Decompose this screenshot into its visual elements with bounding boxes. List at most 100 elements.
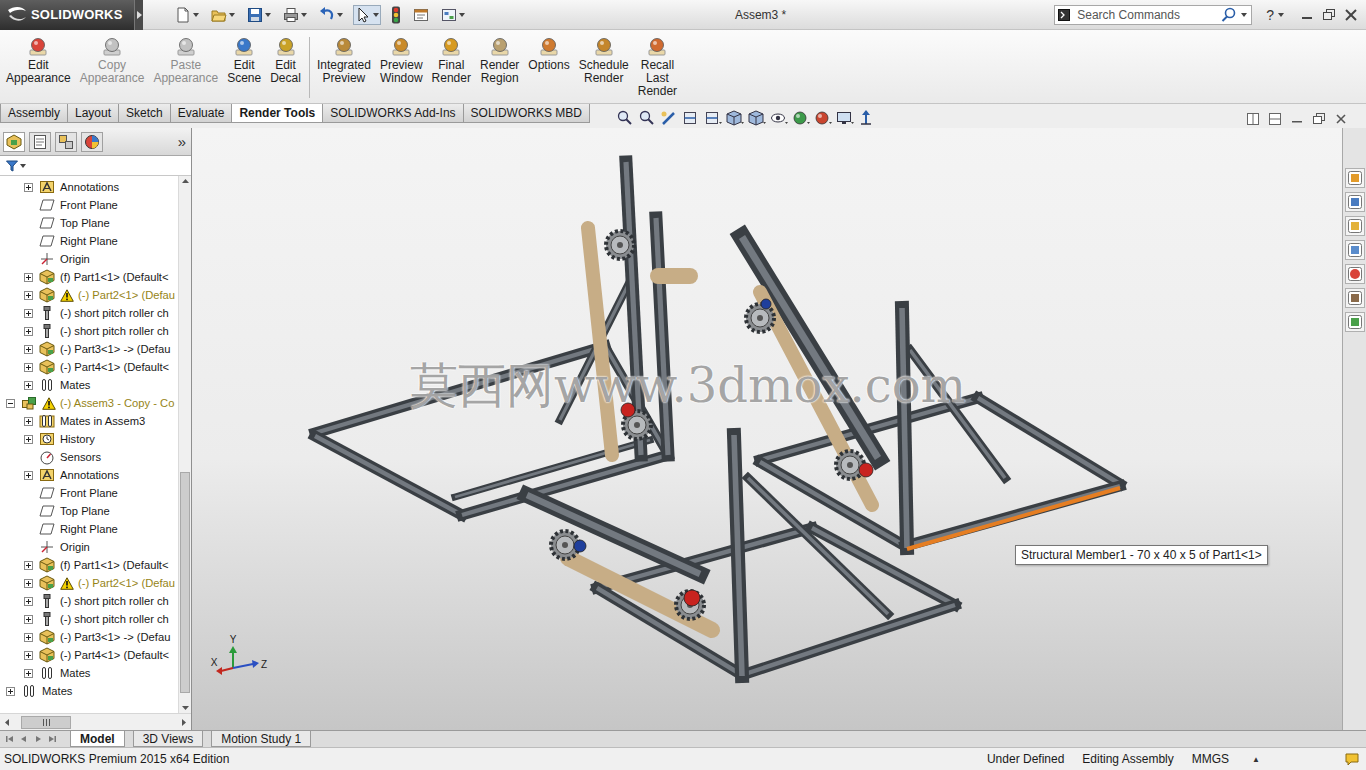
new-button[interactable] [173,5,201,25]
expander-icon[interactable] [6,399,15,408]
bearing[interactable] [621,403,635,417]
task-pane-tab[interactable] [1345,264,1365,284]
expander-icon[interactable] [24,183,33,192]
tree-item[interactable]: (-) Part3<1> -> (Defau [0,628,178,646]
tree-item[interactable]: (-) Part3<1> -> (Defau [0,340,178,358]
task-pane-tab[interactable] [1345,240,1365,260]
dropdown-icon[interactable] [1241,13,1247,17]
tree-item[interactable]: (-) Assem3 - Copy - Co [0,394,178,412]
bearing[interactable] [574,540,586,552]
menu-flyout[interactable] [134,0,143,30]
roller-shaft[interactable] [658,268,690,284]
scroll-left-icon[interactable] [2,717,13,728]
tree-item[interactable]: (-) short pitch roller ch [0,322,178,340]
frame-bar[interactable] [905,486,1120,546]
tab[interactable]: Assembly [0,104,68,123]
help-button[interactable]: ? [1266,7,1274,23]
tab[interactable]: Render Tools [231,104,323,123]
magnifier-icon[interactable] [1221,7,1237,23]
scroll-thumb[interactable] [180,472,190,693]
tree-item[interactable]: (-) Part4<1> (Default< [0,358,178,376]
sprocket[interactable] [836,451,864,479]
view-tool-button[interactable] [682,110,700,126]
dropdown-icon[interactable] [1278,13,1284,17]
close-icon[interactable] [1344,8,1358,22]
model-tab[interactable]: Motion Study 1 [211,731,311,747]
view-tool-button[interactable] [748,110,766,126]
tree-item[interactable]: Top Plane [0,214,178,232]
tab[interactable]: SOLIDWORKS MBD [463,104,590,123]
undo-button[interactable] [317,5,345,25]
vertical-scrollbar[interactable] [178,176,191,713]
view-tool-button[interactable] [858,110,876,126]
more-tabs-button[interactable]: » [178,133,188,150]
task-pane-tab[interactable] [1345,216,1365,236]
expander-icon[interactable] [24,561,33,570]
rebuild-button[interactable] [389,4,403,26]
view-tool-button[interactable] [814,110,832,126]
bearing[interactable] [684,590,700,606]
tree-item[interactable]: Right Plane [0,520,178,538]
expander-icon[interactable] [24,597,33,606]
print-button[interactable] [281,5,309,25]
tab[interactable]: Sketch [118,104,171,123]
tree-item[interactable]: (-) short pitch roller ch [0,304,178,322]
status-item[interactable]: Under Defined [978,752,1073,766]
ribbon-button[interactable]: IntegratedPreview [315,37,373,85]
roller-shaft[interactable] [568,558,712,630]
frame-bar[interactable] [742,605,955,675]
expander-icon[interactable] [24,651,33,660]
tree-item[interactable]: Annotations [0,466,178,484]
scroll-up-icon[interactable] [180,176,191,187]
task-pane-tab[interactable] [1345,312,1365,332]
frame-bar[interactable] [315,436,462,515]
app-logo[interactable]: SOLIDWORKS [0,0,134,30]
frame-bar[interactable] [734,435,742,676]
roller-shaft[interactable] [588,228,612,455]
ribbon-button[interactable]: ScheduleRender [577,37,631,85]
sprocket[interactable] [676,591,704,619]
frame-bar[interactable] [910,350,1005,478]
frame-bar[interactable] [902,308,907,548]
view-tool-button[interactable] [704,110,722,126]
view-tool-button[interactable] [660,110,678,126]
frame-bar[interactable] [656,218,668,455]
select-button[interactable] [353,5,381,25]
expander-icon[interactable] [24,633,33,642]
view-tool-button[interactable] [770,110,788,126]
tree-item[interactable]: Right Plane [0,232,178,250]
tree-item[interactable]: (-) short pitch roller ch [0,592,178,610]
command-prompt[interactable] [1055,9,1073,21]
configuration-manager-tab[interactable] [55,132,77,152]
quick-tips-icon[interactable] [1344,751,1360,767]
tree-item[interactable]: (-) Part2<1> (Defau [0,574,178,592]
ribbon-button[interactable]: RenderRegion [478,37,521,85]
tree-filter[interactable] [0,156,191,176]
restore-icon[interactable] [1322,8,1336,22]
expander-icon[interactable] [24,579,33,588]
model-view[interactable]: YXZ [192,128,1342,730]
save-button[interactable] [245,5,273,25]
ribbon-button[interactable]: EditDecal [268,37,303,85]
ribbon-button[interactable]: EditScene [225,37,263,85]
tree-item[interactable]: (f) Part1<1> (Default< [0,268,178,286]
doc-restore-icon[interactable] [1312,112,1326,126]
tree-item[interactable]: Origin [0,250,178,268]
unit-menu-button[interactable]: ▲ [1252,755,1260,764]
horizontal-scrollbar[interactable] [0,713,191,730]
frame-bar[interactable] [527,495,700,574]
frame-model[interactable] [315,162,1120,676]
tree-item[interactable]: Front Plane [0,484,178,502]
ribbon-button[interactable]: RecallLastRender [636,37,679,98]
ribbon-button[interactable]: FinalRender [430,37,473,85]
feature-manager-tab[interactable] [3,132,25,152]
tree-item[interactable]: (f) Part1<1> (Default< [0,556,178,574]
expander-icon[interactable] [24,345,33,354]
sprocket[interactable] [606,231,634,259]
search-box[interactable]: Search Commands [1054,5,1252,25]
tree-item[interactable]: (-) Part2<1> (Defau [0,286,178,304]
tile-vertical-icon[interactable] [1268,112,1282,126]
tree-item[interactable]: Sensors [0,448,178,466]
tile-horizontal-icon[interactable] [1246,112,1260,126]
view-tool-button[interactable] [726,110,744,126]
